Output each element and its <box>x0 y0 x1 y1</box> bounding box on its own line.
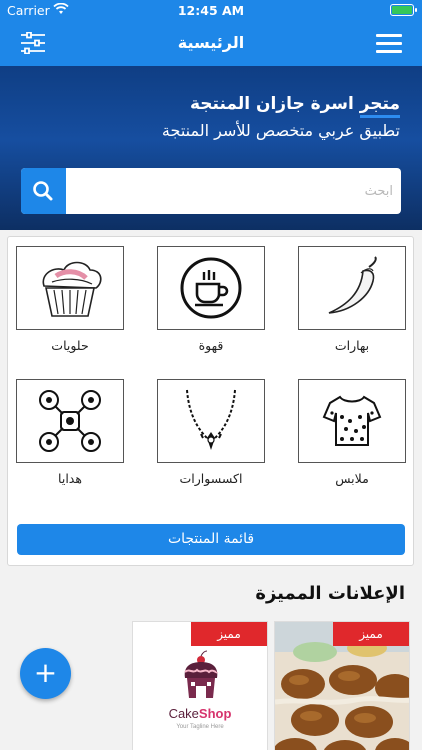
category-image <box>16 379 124 463</box>
categories-card: بهارات قهوة حلويات ملابس اكسسوارات هدايا… <box>7 236 414 566</box>
category-image <box>298 246 406 330</box>
coffee-cup-icon <box>180 257 242 319</box>
shirt-icon <box>322 395 382 446</box>
search-icon <box>33 181 53 201</box>
category-sweets[interactable]: حلويات <box>16 246 124 353</box>
category-label: ملابس <box>335 471 369 486</box>
cakeshop-logo-text: CakeShop <box>133 706 267 721</box>
status-bar: Carrier 12:45 AM <box>0 0 422 20</box>
hero-heading-text: متجر اسرة جازان المنتجة <box>189 94 400 114</box>
search-bar <box>21 168 401 214</box>
category-label: بهارات <box>334 338 370 353</box>
category-coffee[interactable]: قهوة <box>157 246 265 353</box>
featured-ad-card[interactable]: مميز <box>274 621 410 750</box>
drone-icon <box>39 390 101 452</box>
featured-badge: مميز <box>333 622 409 646</box>
necklace-icon <box>186 389 236 450</box>
battery-icon <box>390 4 417 16</box>
logo-word-shop: Shop <box>198 706 232 721</box>
products-list-button[interactable]: قائمة المنتجات <box>17 524 405 555</box>
category-label: قهوة <box>198 338 224 353</box>
hero-banner: متجر اسرة جازان المنتجة تطبيق عربي متخصص… <box>0 66 422 230</box>
featured-ad-card[interactable]: CakeShop Your Tagline Here مميز <box>132 621 268 750</box>
category-label: هدايا <box>58 471 82 486</box>
category-label: اكسسوارات <box>179 471 243 486</box>
hero-subheading: تطبيق عربي متخصص للأسر المنتجة <box>161 121 400 140</box>
category-accessories[interactable]: اكسسوارات <box>157 379 265 486</box>
logo-word-cake: Cake <box>168 706 199 721</box>
top-bar: Carrier 12:45 AM الرئيسية <box>0 0 422 66</box>
category-spices[interactable]: بهارات <box>298 246 406 353</box>
pepper-icon <box>328 256 377 314</box>
search-input[interactable] <box>71 168 393 214</box>
cakeshop-tagline: Your Tagline Here <box>176 724 224 730</box>
category-image <box>157 379 265 463</box>
clock: 12:45 AM <box>177 3 245 18</box>
add-floating-button[interactable]: + <box>20 648 71 699</box>
hero-heading: متجر اسرة جازان المنتجة <box>189 94 400 118</box>
heading-underline <box>360 115 400 118</box>
category-label: حلويات <box>51 338 89 353</box>
category-image <box>157 246 265 330</box>
featured-ads-title: الإعلانات المميزة <box>255 583 405 604</box>
category-image <box>298 379 406 463</box>
category-clothes[interactable]: ملابس <box>298 379 406 486</box>
cupcake-icon <box>42 261 102 317</box>
featured-badge: مميز <box>191 622 267 646</box>
search-button[interactable] <box>21 168 66 214</box>
category-gifts[interactable]: هدايا <box>16 379 124 486</box>
hamburger-menu-icon[interactable] <box>376 34 402 54</box>
page-title: الرئيسية <box>177 33 245 52</box>
category-image <box>16 246 124 330</box>
